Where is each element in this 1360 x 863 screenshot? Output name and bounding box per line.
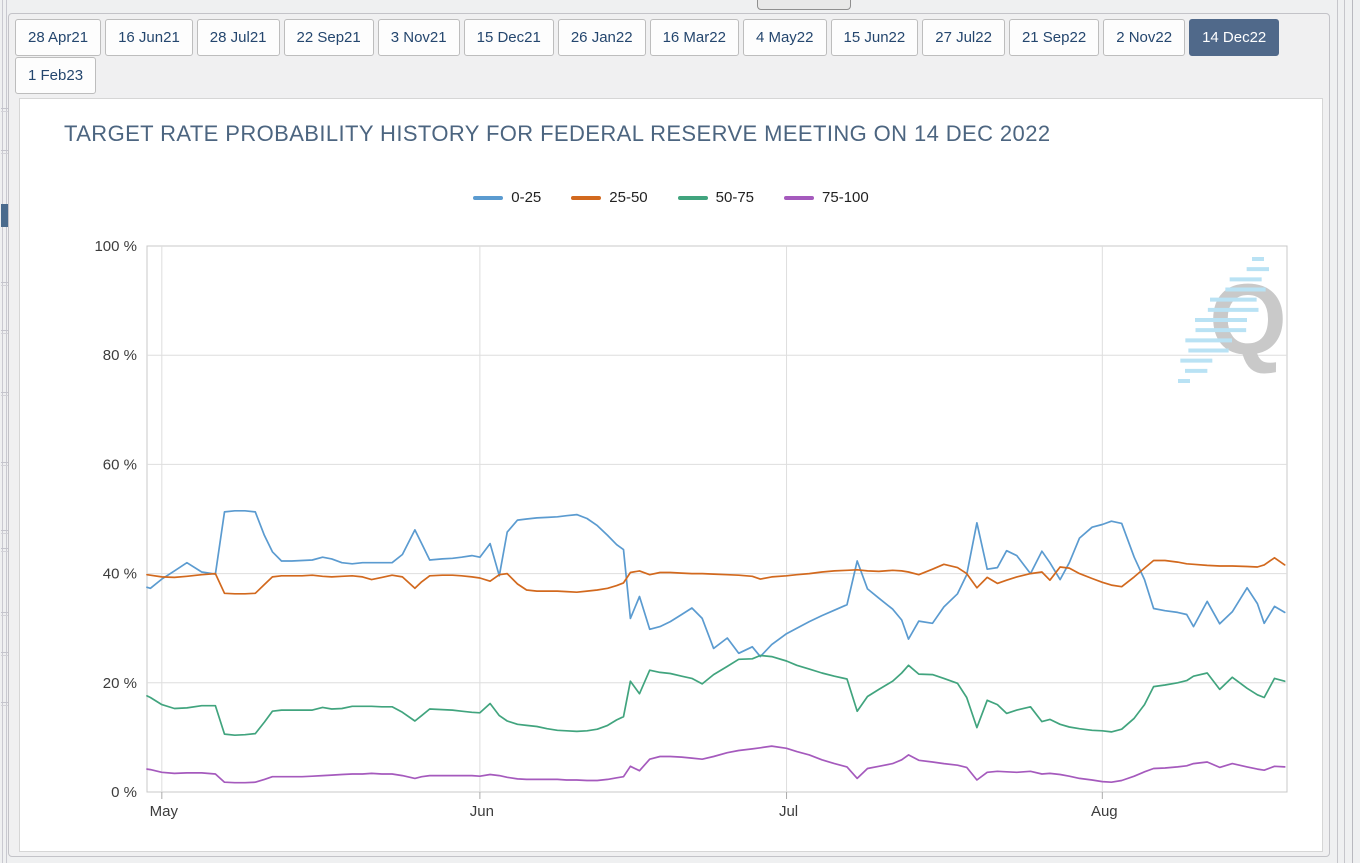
left-rail-mark [1, 462, 8, 466]
y-tick-label: 40 % [103, 566, 137, 583]
left-rail-mark [1, 530, 8, 534]
left-rail-mark [1, 652, 8, 656]
tab-3-nov21[interactable]: 3 Nov21 [377, 19, 460, 56]
tab-16-mar22[interactable]: 16 Mar22 [649, 19, 739, 56]
tab-4-may22[interactable]: 4 May22 [742, 19, 827, 56]
tab-26-jan22[interactable]: 26 Jan22 [557, 19, 646, 56]
left-rail-mark [1, 330, 8, 334]
probability-history-chart: 0 %20 %40 %60 %80 %100 %May Jun Jul AugQ [94, 238, 1288, 820]
y-tick-label: 0 % [111, 784, 137, 801]
left-rail-mark [1, 108, 8, 112]
y-tick-label: 80 % [103, 347, 137, 364]
tabs-container: 28 Apr21 16 Jun21 28 Jul21 22 Sep21 3 Nov21 1… [8, 13, 1330, 857]
left-rail-line [2, 0, 3, 863]
tab-1-feb23[interactable]: 1 Feb23 [15, 57, 97, 94]
tab-row-1: 28 Apr21 16 Jun21 28 Jul21 22 Sep21 3 Nov21 1… [15, 19, 1323, 57]
window-edge-line [1344, 0, 1345, 863]
tab-row-2: 1 Feb23 [15, 57, 1323, 95]
plot-area [146, 245, 1288, 793]
tab-28-jul21[interactable]: 28 Jul21 [196, 19, 280, 56]
window-edge-line [1337, 0, 1338, 863]
x-tick-label: Jun [470, 803, 494, 820]
y-tick-label: 20 % [103, 675, 137, 692]
x-tick-label: May [150, 803, 179, 820]
tab-14-dec22[interactable]: 14 Dec22 [1189, 19, 1280, 56]
tab-15-dec21[interactable]: 15 Dec21 [463, 19, 554, 56]
left-rail-mark [1, 150, 8, 154]
y-tick-label: 100 % [94, 238, 137, 255]
x-tick-label: Jul [779, 803, 798, 820]
window-edge-line [1352, 0, 1353, 863]
left-rail-mark [1, 282, 8, 286]
tab-2-nov22[interactable]: 2 Nov22 [1103, 19, 1186, 56]
tab-28-apr21[interactable]: 28 Apr21 [15, 19, 102, 56]
tab-21-sep22[interactable]: 21 Sep22 [1008, 19, 1100, 56]
tab-22-sep21[interactable]: 22 Sep21 [283, 19, 374, 56]
tab-15-jun22[interactable]: 15 Jun22 [830, 19, 919, 56]
tab-27-jul22[interactable]: 27 Jul22 [922, 19, 1005, 56]
chart-panel: TARGET RATE PROBABILITY HISTORY FOR FEDE… [19, 98, 1323, 852]
x-tick-label: Aug [1091, 803, 1118, 820]
left-rail-line [6, 0, 7, 863]
left-rail-mark [1, 548, 8, 552]
tab-16-jun21[interactable]: 16 Jun21 [105, 19, 193, 56]
page: 28 Apr21 16 Jun21 28 Jul21 22 Sep21 3 Nov21 1… [0, 0, 1360, 863]
left-rail-mark [1, 702, 8, 706]
y-tick-label: 60 % [103, 456, 137, 473]
left-rail-mark [1, 392, 8, 396]
top-partial-button[interactable] [757, 0, 851, 10]
left-rail-mark [1, 612, 8, 616]
